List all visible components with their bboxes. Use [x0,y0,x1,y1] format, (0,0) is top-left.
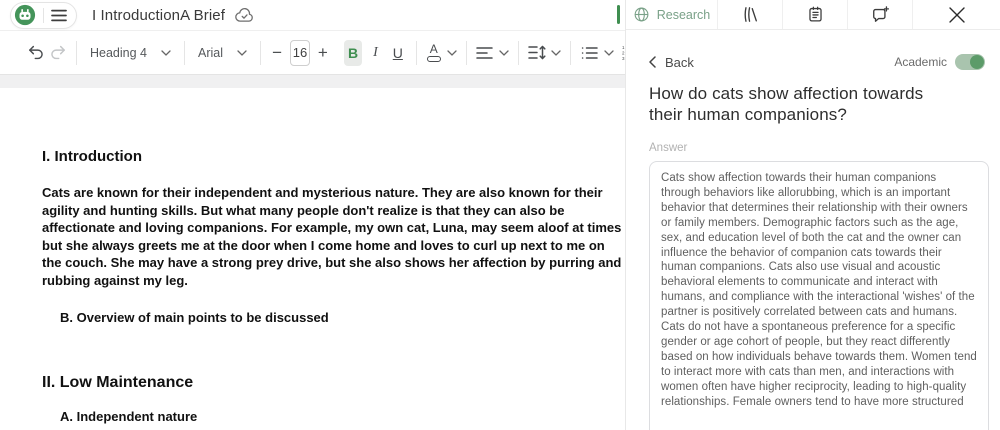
toolbar-separator [518,41,519,65]
chevron-down-icon[interactable] [551,50,561,56]
chevron-left-icon [649,56,656,68]
italic-button[interactable]: I [366,40,384,66]
app-logo-icon[interactable] [14,4,36,26]
academic-toggle-label: Academic [894,55,947,69]
page-margin-strip [0,75,625,88]
app-window: I IntroductionA Brief Hea [0,0,1000,430]
redo-button[interactable] [48,40,67,66]
chevron-down-icon [237,50,247,56]
bullet-list-button[interactable] [580,40,598,66]
close-icon [948,6,966,24]
cloud-saved-icon [234,6,255,24]
chevron-down-icon[interactable] [604,50,614,56]
chevron-down-icon [161,50,171,56]
undo-button[interactable] [27,40,46,66]
academic-toggle[interactable] [955,54,985,70]
tab-research-label: Research [657,8,711,22]
back-label: Back [665,55,694,70]
editor-side: I IntroductionA Brief Hea [0,0,625,430]
document-title[interactable]: I IntroductionA Brief [92,7,225,24]
answer-text: Cats show affection towards their human … [661,171,977,410]
font-family-select[interactable]: Arial [194,46,251,60]
toggle-knob [970,55,984,69]
toolbar-separator [76,41,77,65]
tab-library[interactable] [718,0,783,29]
hamburger-menu-icon[interactable] [51,9,67,22]
answer-label: Answer [649,142,988,154]
tab-notes[interactable] [783,0,848,29]
toolbar-separator [416,41,417,65]
paragraph-style-select[interactable]: Heading 4 [86,46,175,60]
panel-body: Back Academic How do cats show affection… [626,54,1000,430]
line-spacing-button[interactable] [528,40,546,66]
back-button[interactable]: Back [649,55,694,70]
globe-icon [633,6,650,23]
toolbar-separator [466,41,467,65]
tab-chat[interactable] [848,0,913,29]
panel-tab-bar: Research [626,0,1000,30]
doc-section-heading[interactable]: I. Introduction [42,148,625,165]
underline-button[interactable]: U [389,40,407,66]
doc-paragraph[interactable]: Cats are known for their independent and… [42,184,622,289]
chevron-down-icon[interactable] [447,50,457,56]
doc-subpoint[interactable]: B. Overview of main points to be discuss… [60,310,625,325]
research-panel: Research [625,0,1000,430]
books-icon [741,6,759,23]
chevron-down-icon[interactable] [499,50,509,56]
font-size-increase-button[interactable]: + [316,40,330,66]
toolbar-separator [570,41,571,65]
font-size-input[interactable]: 16 [290,40,310,66]
panel-nav-row: Back Academic [649,54,988,70]
notepad-icon [807,6,824,23]
toolbar-separator [260,41,261,65]
align-button[interactable] [476,40,494,66]
text-color-button[interactable]: A [426,40,442,66]
text-color-swatch [427,56,441,62]
document-page[interactable]: I. Introduction Cats are known for their… [0,88,625,430]
paragraph-style-value: Heading 4 [90,46,147,60]
answer-textarea[interactable]: Cats show affection towards their human … [649,161,989,430]
format-toolbar: Heading 4 Arial − 16 + B I U A [0,31,625,75]
doc-subpoint[interactable]: A. Independent nature [60,409,625,424]
panel-close-button[interactable] [913,0,1000,29]
pill-divider [43,8,44,23]
font-family-value: Arial [198,46,223,60]
font-size-decrease-button[interactable]: − [270,40,284,66]
bold-button[interactable]: B [344,40,362,66]
doc-section-heading[interactable]: II. Low Maintenance [42,374,625,392]
tab-research[interactable]: Research [626,0,718,29]
toolbar-separator [184,41,185,65]
document-header: I IntroductionA Brief [0,0,625,31]
research-question: How do cats show affection towards their… [649,83,961,125]
panel-resize-handle[interactable] [617,5,620,24]
main-menu-pill[interactable] [10,2,77,29]
text-color-letter: A [430,44,438,55]
academic-mode-group: Academic [894,54,988,70]
chat-plus-icon [871,6,889,23]
